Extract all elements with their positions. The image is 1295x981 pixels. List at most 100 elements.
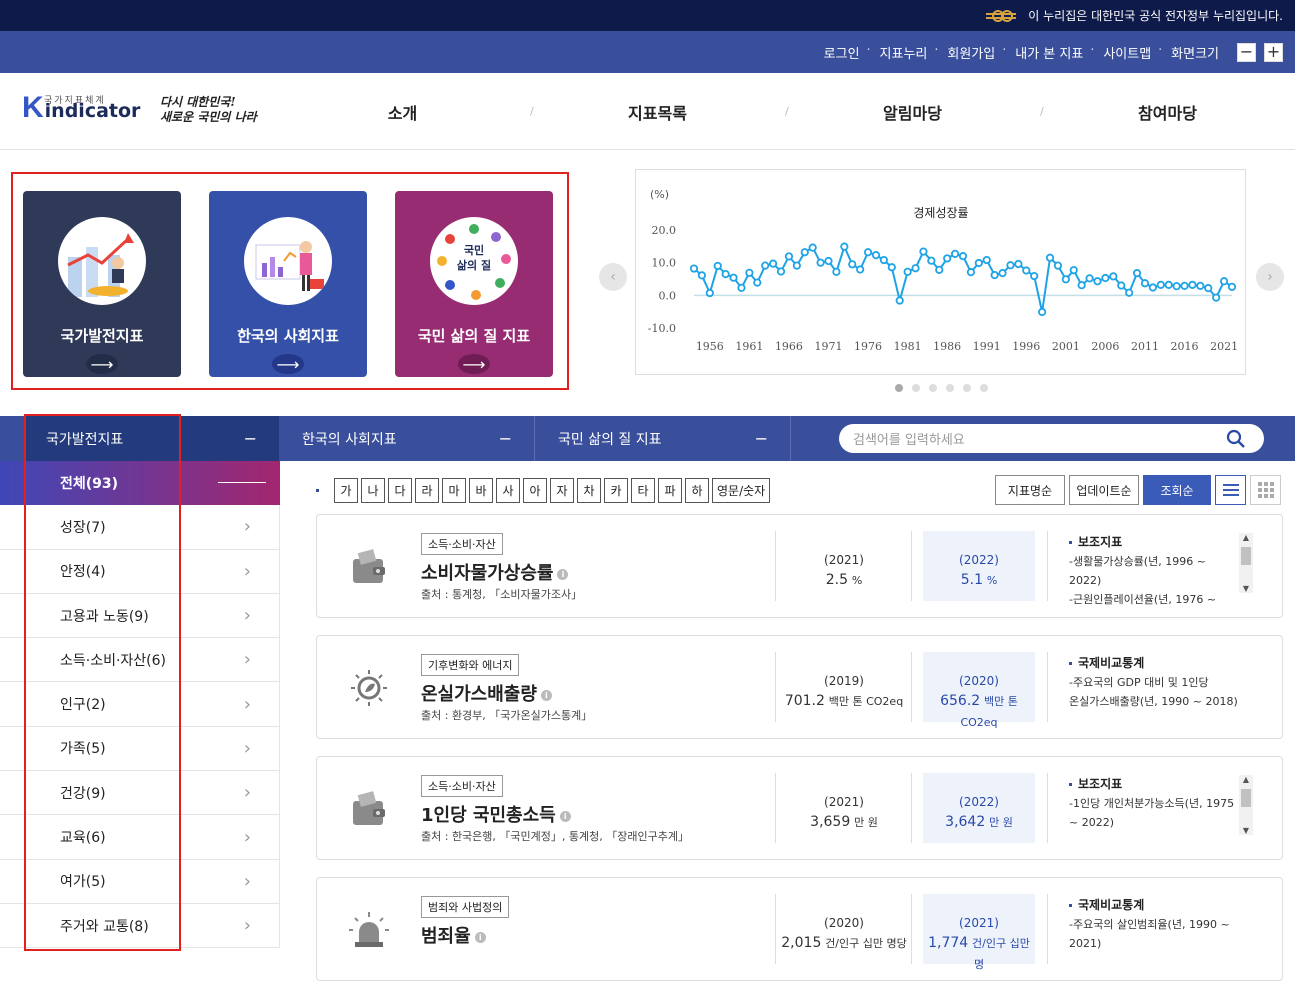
card-social-indicators[interactable]: 한국의 사회지표 ⟶ [209, 191, 367, 377]
alpha-filter-button[interactable]: 차 [577, 478, 601, 503]
nav-indicator-list[interactable]: 지표목록 [530, 73, 785, 150]
data-point[interactable] [737, 283, 746, 292]
data-point[interactable] [705, 288, 714, 298]
data-point[interactable] [1140, 279, 1150, 288]
data-point[interactable] [974, 258, 983, 268]
data-point[interactable] [1069, 266, 1078, 275]
data-point[interactable] [1219, 277, 1229, 286]
nav-intro[interactable]: 소개 [275, 73, 530, 150]
related-stat-link[interactable]: ~ 2022) [1069, 813, 1239, 832]
data-point[interactable] [998, 269, 1007, 278]
indicator-name[interactable]: 1인당 국민총소득 i [421, 801, 571, 827]
data-point[interactable] [729, 273, 738, 282]
alpha-filter-button[interactable]: 하 [685, 478, 709, 503]
data-point[interactable] [745, 268, 754, 277]
data-point[interactable] [990, 270, 999, 280]
alpha-filter-button[interactable]: 사 [496, 478, 520, 503]
data-point[interactable] [1077, 281, 1086, 290]
data-point[interactable] [927, 256, 936, 265]
alpha-filter-button[interactable]: 마 [442, 478, 466, 503]
grid-view-button[interactable] [1250, 475, 1281, 505]
data-point[interactable] [1014, 259, 1023, 269]
related-stat-link[interactable]: -주요국의 살인범죄율(년, 1990 ~ [1069, 915, 1239, 934]
data-point[interactable] [689, 264, 699, 273]
data-point[interactable] [800, 248, 809, 257]
data-point[interactable] [887, 263, 896, 272]
data-point[interactable] [832, 267, 841, 276]
search-icon[interactable] [1226, 429, 1246, 449]
data-point[interactable] [1053, 261, 1063, 270]
jipyonuri-link[interactable]: 지표누리 [867, 43, 938, 62]
related-stat-link[interactable]: 2021) [1069, 934, 1239, 953]
sitemap-link[interactable]: 사이트맵 [1090, 43, 1161, 62]
related-stat-link[interactable]: -주요국의 GDP 대비 및 1인당 [1069, 673, 1239, 692]
data-point[interactable] [1172, 282, 1181, 291]
data-point[interactable] [903, 267, 912, 276]
zoom-out-button[interactable]: − [1237, 42, 1256, 62]
indicator-card[interactable]: 범죄와 사법정의 범죄율 i (2020) 2,015 건/인구 십만 명당 (2021)… [316, 877, 1283, 981]
data-point[interactable] [808, 243, 817, 252]
data-point[interactable] [943, 254, 952, 263]
data-point[interactable] [911, 264, 920, 273]
alpha-filter-button[interactable]: 영문/숫자 [712, 478, 771, 503]
alpha-filter-button[interactable]: 라 [415, 478, 439, 503]
related-stats-title[interactable]: 국제비교통계 [1069, 896, 1239, 915]
pagination-dot[interactable] [895, 384, 903, 392]
data-point[interactable] [919, 247, 928, 256]
alpha-filter-button[interactable]: 파 [658, 478, 682, 503]
my-viewed-link[interactable]: 내가 본 지표 [1002, 43, 1093, 62]
signup-link[interactable]: 회원가입 [934, 43, 1005, 62]
search-input[interactable]: 검색어를 입력하세요 [839, 424, 1264, 453]
data-point[interactable] [1038, 307, 1047, 317]
alpha-filter-button[interactable]: 타 [631, 478, 655, 503]
data-point[interactable] [1117, 281, 1126, 290]
alpha-filter-button[interactable]: 카 [604, 478, 628, 503]
data-point[interactable] [1085, 274, 1094, 283]
data-point[interactable] [950, 249, 960, 258]
info-icon[interactable]: i [559, 810, 571, 822]
data-point[interactable] [1045, 253, 1055, 262]
alpha-filter-button[interactable]: 바 [469, 478, 493, 503]
chart-next-button[interactable]: › [1256, 263, 1284, 291]
data-point[interactable] [784, 252, 794, 261]
data-point[interactable] [1212, 293, 1221, 302]
login-link[interactable]: 로그인 [814, 43, 870, 62]
sort-by-views-button[interactable]: 조회순 [1143, 475, 1211, 505]
list-view-button[interactable] [1215, 475, 1246, 505]
info-icon[interactable]: i [540, 689, 552, 701]
data-point[interactable] [1006, 261, 1015, 270]
info-icon[interactable]: i [474, 931, 486, 943]
card-national-development[interactable]: 국가발전지표 ⟶ [23, 191, 181, 377]
tab-social-indicators[interactable]: 한국의 사회지표 − [280, 416, 535, 461]
data-point[interactable] [753, 278, 762, 287]
pagination-dot[interactable] [980, 384, 988, 392]
data-point[interactable] [895, 296, 904, 305]
related-stat-link[interactable]: 온실가스배출량(년, 1990 ~ 2018) [1069, 692, 1239, 711]
scroll-thumb[interactable] [1241, 547, 1251, 565]
data-point[interactable] [1148, 283, 1157, 292]
scroll-up-icon[interactable]: ▲ [1239, 775, 1253, 784]
nav-notice[interactable]: 알림마당 [785, 73, 1040, 150]
indicator-card[interactable]: 기후변화와 에너지 온실가스배출량 i 출처 : 환경부, 「국가온실가스통계」 (20… [316, 635, 1283, 739]
scrollbar[interactable]: ▲ ▼ [1239, 533, 1253, 593]
scroll-down-icon[interactable]: ▼ [1239, 826, 1253, 835]
data-point[interactable] [982, 255, 991, 265]
indicator-name[interactable]: 온실가스배출량 i [421, 680, 552, 706]
pagination-dot[interactable] [963, 384, 971, 392]
scroll-down-icon[interactable]: ▼ [1239, 584, 1253, 593]
indicator-name[interactable]: 소비자물가상승률 i [421, 559, 569, 585]
data-point[interactable] [856, 265, 865, 274]
data-point[interactable] [1156, 280, 1165, 289]
related-stats-title[interactable]: 보조지표 [1069, 775, 1239, 794]
alpha-filter-button[interactable]: 아 [523, 478, 547, 503]
data-point[interactable] [769, 259, 778, 268]
data-point[interactable] [1180, 281, 1189, 290]
data-point[interactable] [1227, 282, 1237, 291]
data-point[interactable] [1101, 273, 1110, 283]
data-point[interactable] [935, 265, 944, 274]
data-point[interactable] [697, 271, 707, 280]
data-point[interactable] [816, 258, 825, 267]
related-stat-link[interactable]: -1인당 개인처분가능소득(년, 1975 [1069, 794, 1239, 813]
data-point[interactable] [792, 261, 801, 270]
data-point[interactable] [879, 255, 888, 265]
